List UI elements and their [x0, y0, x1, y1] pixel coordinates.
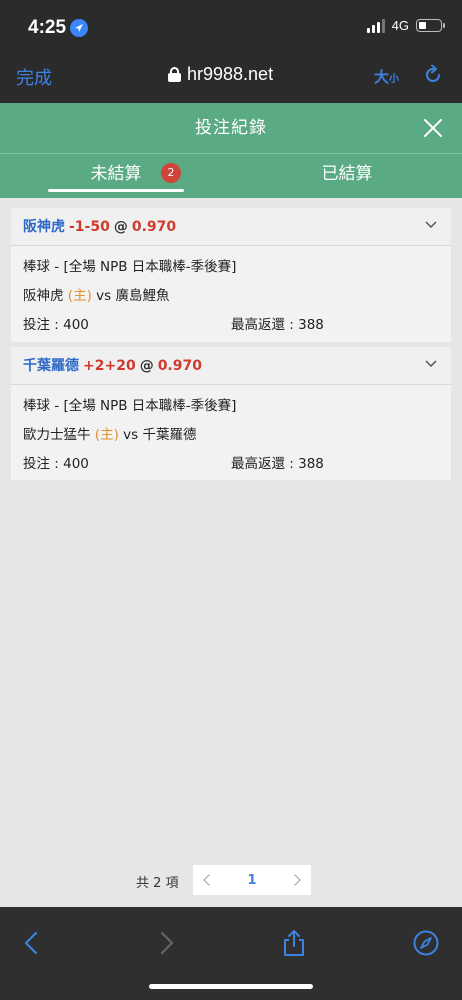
- done-button[interactable]: 完成: [16, 64, 52, 90]
- modal-header: 投注紀錄: [0, 103, 462, 153]
- url-text: hr9988.net: [187, 64, 274, 84]
- away-team: 千葉羅德: [142, 427, 197, 443]
- bet-card-body: 棒球 - [全場 NPB 日本職棒-季後賽] 阪神虎 (主) vs 廣島鯉魚 投…: [11, 246, 451, 343]
- home-indicator: [149, 984, 313, 989]
- bet-odds: 0.970: [157, 358, 202, 374]
- text-size-small: 小: [389, 74, 400, 85]
- pagination-total: 共 2 項: [136, 876, 179, 891]
- lock-icon: [168, 67, 181, 82]
- bet-card: 阪神虎 -1-50 @0.970 棒球 - [全場 NPB 日本職棒-季後賽] 阪神…: [11, 208, 451, 342]
- home-tag: (主): [94, 427, 119, 443]
- tab-unsettled[interactable]: 未結算 2: [48, 154, 184, 199]
- signal-icon: [366, 18, 385, 33]
- reload-icon[interactable]: [422, 64, 444, 86]
- location-arrow-icon: [70, 19, 88, 37]
- sport-league-line: 棒球 - [全場 NPB 日本職棒-季後賽]: [23, 259, 237, 275]
- status-indicators: 4G: [366, 18, 445, 33]
- home-team: 阪神虎: [23, 288, 64, 304]
- pagination: 1: [193, 865, 311, 895]
- tab-settled-label: 已結算: [321, 164, 373, 184]
- bet-card-header[interactable]: 千葉羅德 +2+20 @0.970: [11, 347, 451, 385]
- text-size-big: 大: [374, 68, 390, 86]
- at-sign: @: [113, 219, 128, 235]
- matchup-line: 歐力士猛牛 (主) vs 千葉羅德: [23, 424, 439, 453]
- back-icon[interactable]: [18, 929, 46, 957]
- chevron-down-icon[interactable]: [425, 218, 437, 230]
- sport-league-line: 棒球 - [全場 NPB 日本職棒-季後賽]: [23, 398, 237, 414]
- unsettled-count-badge: 2: [161, 163, 181, 183]
- tab-settled[interactable]: 已結算: [280, 154, 414, 199]
- modal-title: 投注紀錄: [195, 118, 267, 138]
- bet-record-tabs: 未結算 2 已結算: [0, 153, 462, 198]
- home-tag: (主): [67, 288, 92, 304]
- stake-amount: 投注 : 400: [23, 317, 89, 333]
- address-bar[interactable]: hr9988.net: [168, 64, 273, 85]
- bet-card-body: 棒球 - [全場 NPB 日本職棒-季後賽] 歐力士猛牛 (主) vs 千葉羅德…: [11, 385, 451, 482]
- compass-icon[interactable]: [412, 929, 440, 957]
- share-icon[interactable]: [280, 929, 308, 957]
- bet-card: 千葉羅德 +2+20 @0.970 棒球 - [全場 NPB 日本職棒-季後賽] 歐…: [11, 347, 451, 480]
- status-time: 4:25: [28, 17, 67, 38]
- tab-unsettled-label: 未結算: [90, 164, 142, 184]
- close-icon[interactable]: [422, 117, 444, 139]
- max-return: 最高返還 : 388: [231, 456, 324, 472]
- stake-amount: 投注 : 400: [23, 456, 89, 472]
- next-page-icon[interactable]: [289, 874, 301, 886]
- bet-card-header[interactable]: 阪神虎 -1-50 @0.970: [11, 208, 451, 246]
- vs-label: vs: [96, 288, 112, 304]
- bet-handicap: +2+20: [83, 358, 136, 374]
- matchup-line: 阪神虎 (主) vs 廣島鯉魚: [23, 285, 439, 314]
- stake-line: 投注 : 400 最高返還 : 388: [23, 314, 439, 343]
- bet-odds: 0.970: [131, 219, 177, 235]
- bet-team: 阪神虎: [23, 219, 65, 235]
- text-size-button[interactable]: 大小: [374, 66, 399, 87]
- bet-handicap: -1-50: [69, 219, 110, 235]
- network-label: 4G: [391, 18, 409, 33]
- browser-top-bar: 4:25 4G 完成 hr9988.net 大小: [0, 0, 462, 103]
- forward-icon[interactable]: [152, 929, 180, 957]
- vs-label: vs: [123, 427, 139, 443]
- at-sign: @: [139, 358, 154, 374]
- max-return: 最高返還 : 388: [231, 317, 324, 333]
- stake-line: 投注 : 400 最高返還 : 388: [23, 453, 439, 482]
- battery-icon: [416, 19, 445, 32]
- chevron-down-icon[interactable]: [425, 357, 437, 369]
- away-team: 廣島鯉魚: [115, 288, 170, 304]
- current-page[interactable]: 1: [247, 873, 256, 888]
- bet-team: 千葉羅德: [23, 358, 79, 374]
- prev-page-icon[interactable]: [203, 874, 215, 886]
- home-team: 歐力士猛牛: [23, 427, 91, 443]
